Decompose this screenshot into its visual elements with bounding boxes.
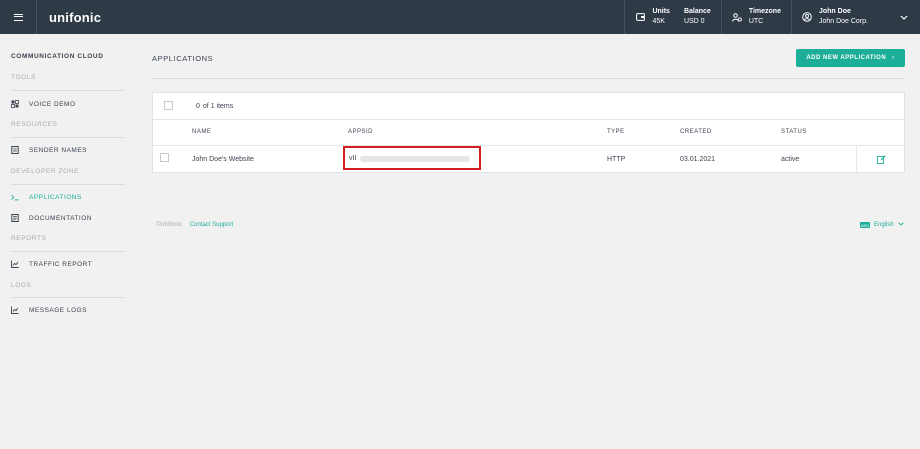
sidebar-item-applications[interactable]: APPLICATIONS bbox=[11, 189, 125, 205]
items-count-label: of 1 items bbox=[202, 103, 234, 110]
column-header-name[interactable]: NAME bbox=[192, 129, 211, 135]
sidebar-section-communication-cloud: COMMUNICATION CLOUD bbox=[11, 53, 104, 60]
chevron-right-icon: › bbox=[892, 55, 895, 61]
sidebar-divider bbox=[11, 90, 125, 91]
sidebar-item-voice-demo[interactable]: VOICE DEMO bbox=[11, 96, 125, 112]
chart-icon bbox=[11, 306, 19, 314]
column-header-status[interactable]: STATUS bbox=[781, 129, 807, 135]
timezone-label: Timezone bbox=[748, 8, 781, 15]
document-icon bbox=[11, 214, 19, 222]
user-avatar-icon bbox=[802, 12, 812, 22]
sidebar-item-sender-names[interactable]: SENDER NAMES bbox=[11, 142, 125, 158]
column-header-type[interactable]: TYPE bbox=[607, 129, 625, 135]
user-menu[interactable]: John Doe John Doe Corp. bbox=[790, 0, 920, 34]
voice-demo-icon bbox=[11, 100, 19, 108]
edit-button[interactable] bbox=[856, 146, 905, 173]
user-name: John Doe bbox=[818, 8, 851, 15]
cell-type: HTTP bbox=[607, 156, 626, 163]
hamburger-menu-button[interactable] bbox=[0, 0, 37, 34]
user-company: John Doe Corp. bbox=[818, 18, 868, 25]
language-label: English bbox=[874, 222, 894, 228]
unifonic-logo[interactable]: unifonic bbox=[49, 10, 101, 25]
chart-icon bbox=[11, 260, 19, 268]
sidebar-divider bbox=[11, 251, 125, 252]
footer: ©Unifonic Contact Support bbox=[156, 222, 233, 228]
sidebar-item-documentation[interactable]: DOCUMENTATION bbox=[11, 210, 125, 226]
menu-icon bbox=[13, 13, 23, 21]
sidebar-group-logs: LOGS bbox=[11, 282, 32, 289]
sidebar-group-developer-zone: DEVELOPER ZONE bbox=[11, 168, 79, 175]
top-navigation-bar: unifonic Units 45K Balance USD 0 Timezon… bbox=[0, 0, 920, 34]
column-header-appsid[interactable]: APPSID bbox=[348, 129, 373, 135]
units-balance-widget[interactable]: Units 45K Balance USD 0 bbox=[624, 0, 720, 34]
select-all-checkbox[interactable] bbox=[164, 101, 173, 110]
title-divider bbox=[152, 78, 905, 79]
contact-support-link[interactable]: Contact Support bbox=[190, 222, 233, 228]
sidebar-item-label: APPLICATIONS bbox=[29, 193, 82, 201]
sidebar-divider bbox=[11, 184, 125, 185]
sidebar-item-traffic-report[interactable]: TRAFFIC REPORT bbox=[11, 256, 125, 272]
cell-created: 03.01.2021 bbox=[680, 156, 716, 163]
sidebar-item-message-logs[interactable]: MESSAGE LOGS bbox=[11, 302, 125, 318]
chevron-down-icon bbox=[898, 222, 904, 228]
table-row-divider bbox=[153, 145, 906, 146]
sidebar-item-label: DOCUMENTATION bbox=[29, 214, 92, 222]
balance-label: Balance bbox=[683, 8, 711, 15]
table-toolbar: 0 of 1 items bbox=[153, 93, 906, 120]
cell-name[interactable]: John Doe's Website bbox=[192, 156, 254, 163]
sidebar-item-label: MESSAGE LOGS bbox=[29, 306, 88, 314]
timezone-info: Timezone UTC bbox=[749, 7, 781, 27]
cell-status: active bbox=[781, 156, 800, 163]
add-new-application-button[interactable]: ADD NEW APPLICATION › bbox=[796, 49, 905, 67]
sidebar-group-tools: TOOLS bbox=[11, 74, 36, 81]
balance-value: USD 0 bbox=[683, 18, 705, 25]
top-bar-right: Units 45K Balance USD 0 Timezone UTC Joh… bbox=[624, 0, 920, 34]
sidebar-item-label: TRAFFIC REPORT bbox=[29, 260, 93, 268]
terminal-icon bbox=[11, 193, 19, 201]
copyright-text: ©Unifonic bbox=[156, 222, 183, 228]
timezone-value: UTC bbox=[748, 18, 764, 25]
appsid-cell-highlighted[interactable]: vII bbox=[343, 146, 481, 170]
add-button-label: ADD NEW APPLICATION bbox=[806, 55, 887, 61]
cell-appsid: vII bbox=[349, 155, 357, 162]
language-flag-icon: AED bbox=[860, 222, 870, 228]
applications-table: 0 of 1 items NAME APPSID TYPE CREATED STA… bbox=[152, 92, 906, 173]
user-info: John Doe John Doe Corp. bbox=[819, 7, 868, 27]
language-selector[interactable]: AED English bbox=[860, 222, 904, 228]
units-label: Units bbox=[652, 8, 670, 15]
sidebar-item-label: SENDER NAMES bbox=[29, 146, 88, 154]
page-title: APPLICATIONS bbox=[152, 54, 214, 63]
sidebar-group-resources: RESOURCES bbox=[11, 121, 58, 128]
units-value: 45K bbox=[652, 18, 665, 25]
timezone-user-icon bbox=[731, 12, 742, 22]
balance-info: Balance USD 0 bbox=[684, 7, 711, 27]
selected-count-value: 0 bbox=[196, 103, 200, 110]
sender-names-icon bbox=[11, 146, 19, 154]
column-header-created[interactable]: CREATED bbox=[680, 129, 712, 135]
sidebar-divider bbox=[11, 297, 125, 298]
sidebar-group-reports: REPORTS bbox=[11, 235, 47, 242]
row-checkbox[interactable] bbox=[160, 153, 169, 162]
wallet-icon bbox=[635, 12, 645, 22]
sidebar-item-label: VOICE DEMO bbox=[29, 100, 76, 108]
edit-icon bbox=[876, 151, 886, 169]
redacted-appsid bbox=[360, 156, 470, 162]
selection-count: 0 of 1 items bbox=[196, 103, 233, 110]
chevron-down-icon bbox=[900, 13, 908, 22]
timezone-widget[interactable]: Timezone UTC bbox=[720, 0, 791, 34]
units-info: Units 45K bbox=[652, 7, 670, 27]
sidebar-divider bbox=[11, 137, 125, 138]
